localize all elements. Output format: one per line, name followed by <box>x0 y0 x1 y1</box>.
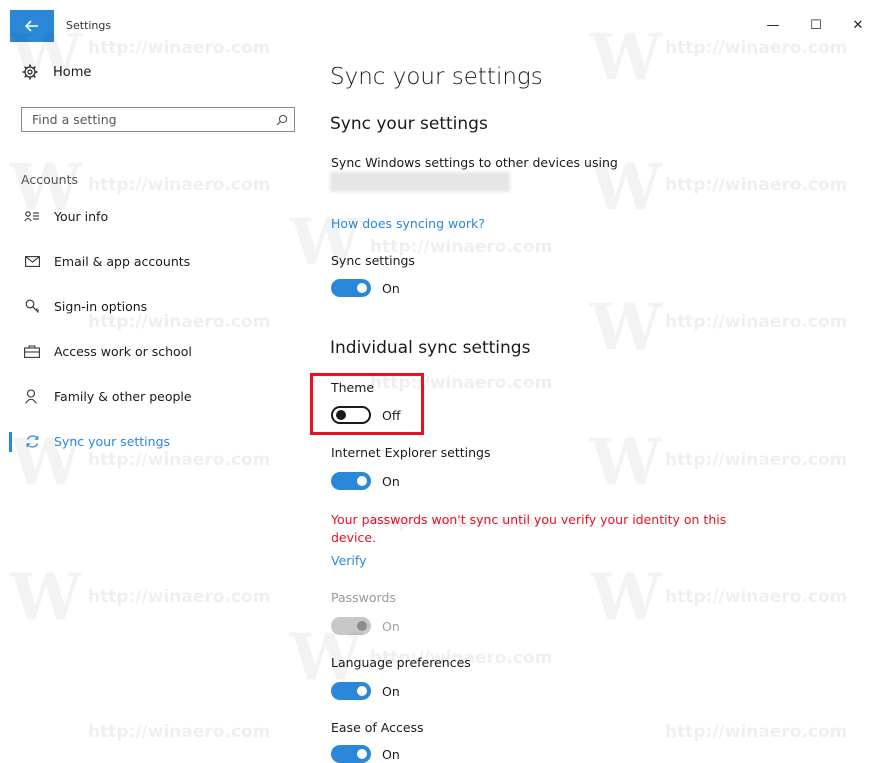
language-label: Language preferences <box>331 655 471 670</box>
theme-highlight-box <box>310 373 424 435</box>
home-label: Home <box>53 64 92 80</box>
language-toggle-row[interactable]: On <box>331 682 400 700</box>
sync-settings-toggle-row[interactable]: On <box>331 279 400 297</box>
sidebar-item-work-school[interactable]: Access work or school <box>23 342 192 360</box>
toggle-knob <box>357 283 367 293</box>
sync-description: Sync Windows settings to other devices u… <box>331 155 618 170</box>
sidebar-item-label: Access work or school <box>54 343 192 359</box>
sidebar-item-sync[interactable]: Sync your settings <box>23 432 170 450</box>
active-indicator <box>9 432 12 452</box>
toggle-state: On <box>382 683 400 699</box>
search-icon[interactable] <box>270 114 294 126</box>
section-header: Sync your settings <box>330 114 488 134</box>
passwords-label: Passwords <box>331 590 396 605</box>
sidebar-item-sign-in[interactable]: Sign-in options <box>23 297 147 315</box>
ie-settings-label: Internet Explorer settings <box>331 445 491 460</box>
sidebar-item-label: Sign-in options <box>54 298 148 314</box>
person-icon <box>23 387 41 405</box>
minimize-button[interactable]: — <box>762 14 784 36</box>
toggle-state: On <box>382 618 400 634</box>
toggle-knob <box>357 686 367 696</box>
toggle-knob <box>357 621 367 631</box>
sidebar-item-label: Family & other people <box>54 388 192 404</box>
search-input[interactable] <box>22 112 270 127</box>
sync-settings-label: Sync settings <box>331 253 415 268</box>
ie-toggle-row[interactable]: On <box>331 472 400 490</box>
verify-link[interactable]: Verify <box>331 553 366 568</box>
section-accounts: Accounts <box>21 172 78 187</box>
individual-sync-title: Individual sync settings <box>330 338 531 358</box>
password-warning: Your passwords won't sync until you veri… <box>331 512 727 545</box>
maximize-button[interactable]: ☐ <box>805 14 827 36</box>
back-button[interactable] <box>10 10 54 42</box>
toggle-state: On <box>382 473 400 489</box>
ease-of-access-label: Ease of Access <box>331 720 424 735</box>
person-card-icon <box>23 207 41 225</box>
briefcase-icon <box>23 342 41 360</box>
sync-settings-toggle[interactable] <box>331 279 371 297</box>
toggle-state: On <box>382 280 400 296</box>
ease-toggle-row[interactable]: On <box>331 745 400 763</box>
passwords-toggle-row: On <box>331 617 400 635</box>
sidebar: Home Accounts Your info Email & app acco… <box>0 42 305 755</box>
language-toggle[interactable] <box>331 682 371 700</box>
ie-settings-toggle[interactable] <box>331 472 371 490</box>
sidebar-item-label: Email & app accounts <box>54 253 191 269</box>
toggle-knob <box>357 476 367 486</box>
close-button[interactable]: ✕ <box>847 14 869 36</box>
title-bar: Settings — ☐ ✕ <box>0 0 870 42</box>
toggle-knob <box>357 749 367 759</box>
sidebar-item-label: Sync your settings <box>54 433 171 449</box>
key-icon <box>23 297 41 315</box>
sidebar-item-label: Your info <box>54 208 109 224</box>
passwords-toggle <box>331 617 371 635</box>
mail-icon <box>23 252 41 270</box>
arrow-left-icon <box>25 20 38 32</box>
gear-icon <box>22 64 38 80</box>
redacted-account <box>330 172 510 192</box>
sync-icon <box>23 432 41 450</box>
search-box[interactable] <box>21 107 295 132</box>
page-title: Sync your settings <box>330 64 543 90</box>
sidebar-item-your-info[interactable]: Your info <box>23 207 108 225</box>
sidebar-item-family[interactable]: Family & other people <box>23 387 192 405</box>
ease-of-access-toggle[interactable] <box>331 745 371 763</box>
how-syncing-link[interactable]: How does syncing work? <box>331 216 485 231</box>
window-title: Settings <box>66 19 112 32</box>
toggle-state: On <box>382 746 400 762</box>
sidebar-item-email[interactable]: Email & app accounts <box>23 252 190 270</box>
home-nav[interactable]: Home <box>22 64 91 80</box>
